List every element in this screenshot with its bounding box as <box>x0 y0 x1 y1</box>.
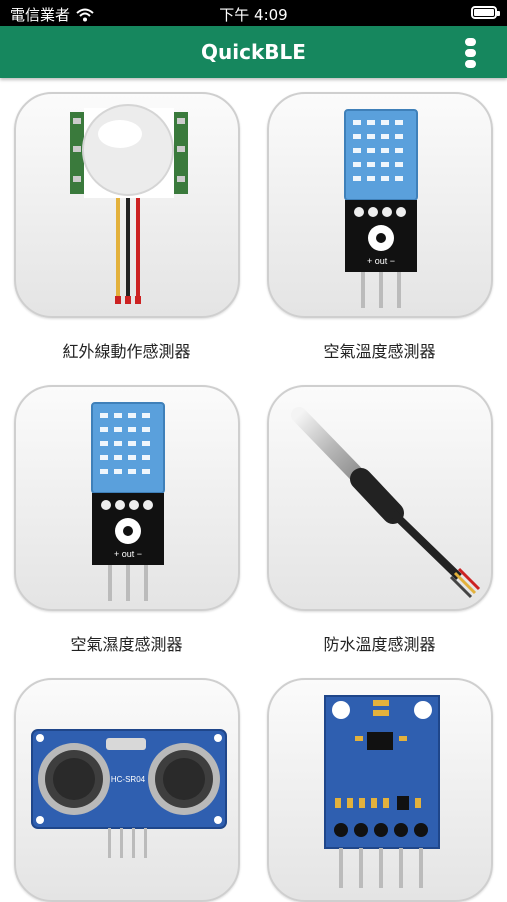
sensor-tile-pir[interactable] <box>14 92 240 318</box>
app-title: QuickBLE <box>201 40 306 64</box>
sensor-tile-air-temperature[interactable]: + out − <box>267 92 493 318</box>
sensor-tile-gyro[interactable] <box>267 678 493 902</box>
pir-motion-sensor-icon <box>70 104 188 304</box>
sensor-tile-ultrasonic[interactable]: HC-SR04 <box>14 678 240 902</box>
waterproof-probe-icon <box>291 407 481 599</box>
sensor-label-air-humidity: 空氣濕度感測器 <box>70 635 183 654</box>
ultrasonic-sensor-icon: HC-SR04 <box>31 729 227 858</box>
status-time: 下午 4:09 <box>219 6 288 24</box>
sensor-label-air-temperature: 空氣溫度感測器 <box>323 342 436 361</box>
more-vertical-icon[interactable] <box>463 38 477 68</box>
sensor-tile-air-humidity[interactable]: + out − <box>14 385 240 611</box>
sensor-tile-waterproof-temperature[interactable] <box>267 385 493 611</box>
sensor-label-pir: 紅外線動作感測器 <box>62 342 191 361</box>
sensor-label-waterproof-temperature: 防水溫度感測器 <box>323 635 436 654</box>
status-bar: 電信業者 下午 4:09 <box>0 0 507 26</box>
svg-text:+ out −: + out − <box>114 549 142 559</box>
battery-icon <box>471 6 500 19</box>
dht-temperature-sensor-icon: + out − <box>344 109 418 308</box>
ultrasonic-chip-label: HC-SR04 <box>111 775 146 784</box>
svg-text:+ out −: + out − <box>367 256 395 266</box>
app-bar: QuickBLE <box>0 26 507 78</box>
dht-humidity-sensor-icon: + out − <box>91 402 165 601</box>
gyro-module-icon <box>324 695 440 888</box>
